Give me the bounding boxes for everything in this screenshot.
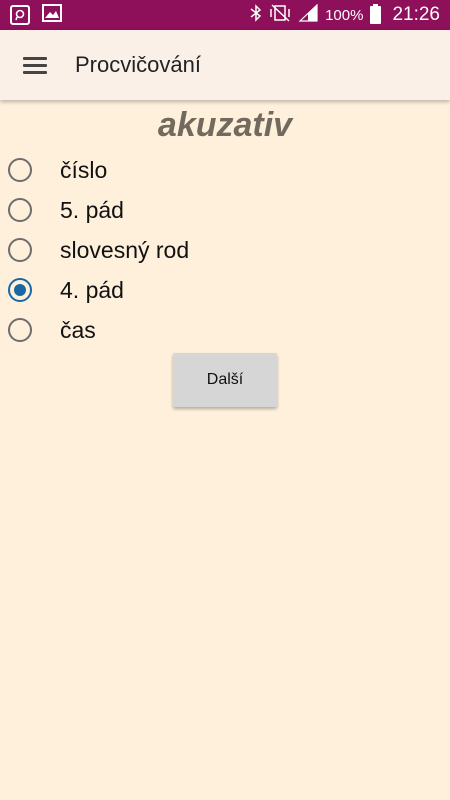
question-text: akuzativ xyxy=(157,106,293,144)
notification-app-icon xyxy=(10,5,30,25)
app-bar: Procvičování xyxy=(0,30,450,100)
radio-button[interactable] xyxy=(8,238,32,262)
hamburger-menu-icon xyxy=(23,56,47,74)
radio-button[interactable] xyxy=(8,278,32,302)
option-label: 5. pád xyxy=(60,196,124,223)
option-label: 4. pád xyxy=(60,276,124,303)
option-label: čas xyxy=(60,316,96,343)
option-label: číslo xyxy=(60,156,108,183)
battery-label: 100% xyxy=(325,6,364,24)
radio-button[interactable] xyxy=(8,198,32,222)
signal-icon xyxy=(298,3,318,26)
option-label: slovesný rod xyxy=(60,236,190,263)
radio-button[interactable] xyxy=(8,158,32,182)
bluetooth-icon xyxy=(250,4,262,26)
answer-options: číslo 5. pád slovesný rod 4. pád čas xyxy=(0,150,450,350)
radio-button[interactable] xyxy=(8,318,32,342)
page-title: Procvičování xyxy=(75,52,201,77)
clock: 21:26 xyxy=(392,4,440,25)
battery-icon xyxy=(370,4,382,24)
next-button[interactable]: Další xyxy=(173,353,277,407)
option-1[interactable]: 5. pád xyxy=(0,190,450,230)
option-3[interactable]: 4. pád xyxy=(0,270,450,310)
vibrate-icon xyxy=(269,4,291,26)
status-bar: 100% 21:26 xyxy=(0,0,450,30)
image-icon xyxy=(42,3,62,28)
option-0[interactable]: číslo xyxy=(0,150,450,190)
option-2[interactable]: slovesný rod xyxy=(0,230,450,270)
menu-button[interactable] xyxy=(0,30,70,100)
option-4[interactable]: čas xyxy=(0,310,450,350)
